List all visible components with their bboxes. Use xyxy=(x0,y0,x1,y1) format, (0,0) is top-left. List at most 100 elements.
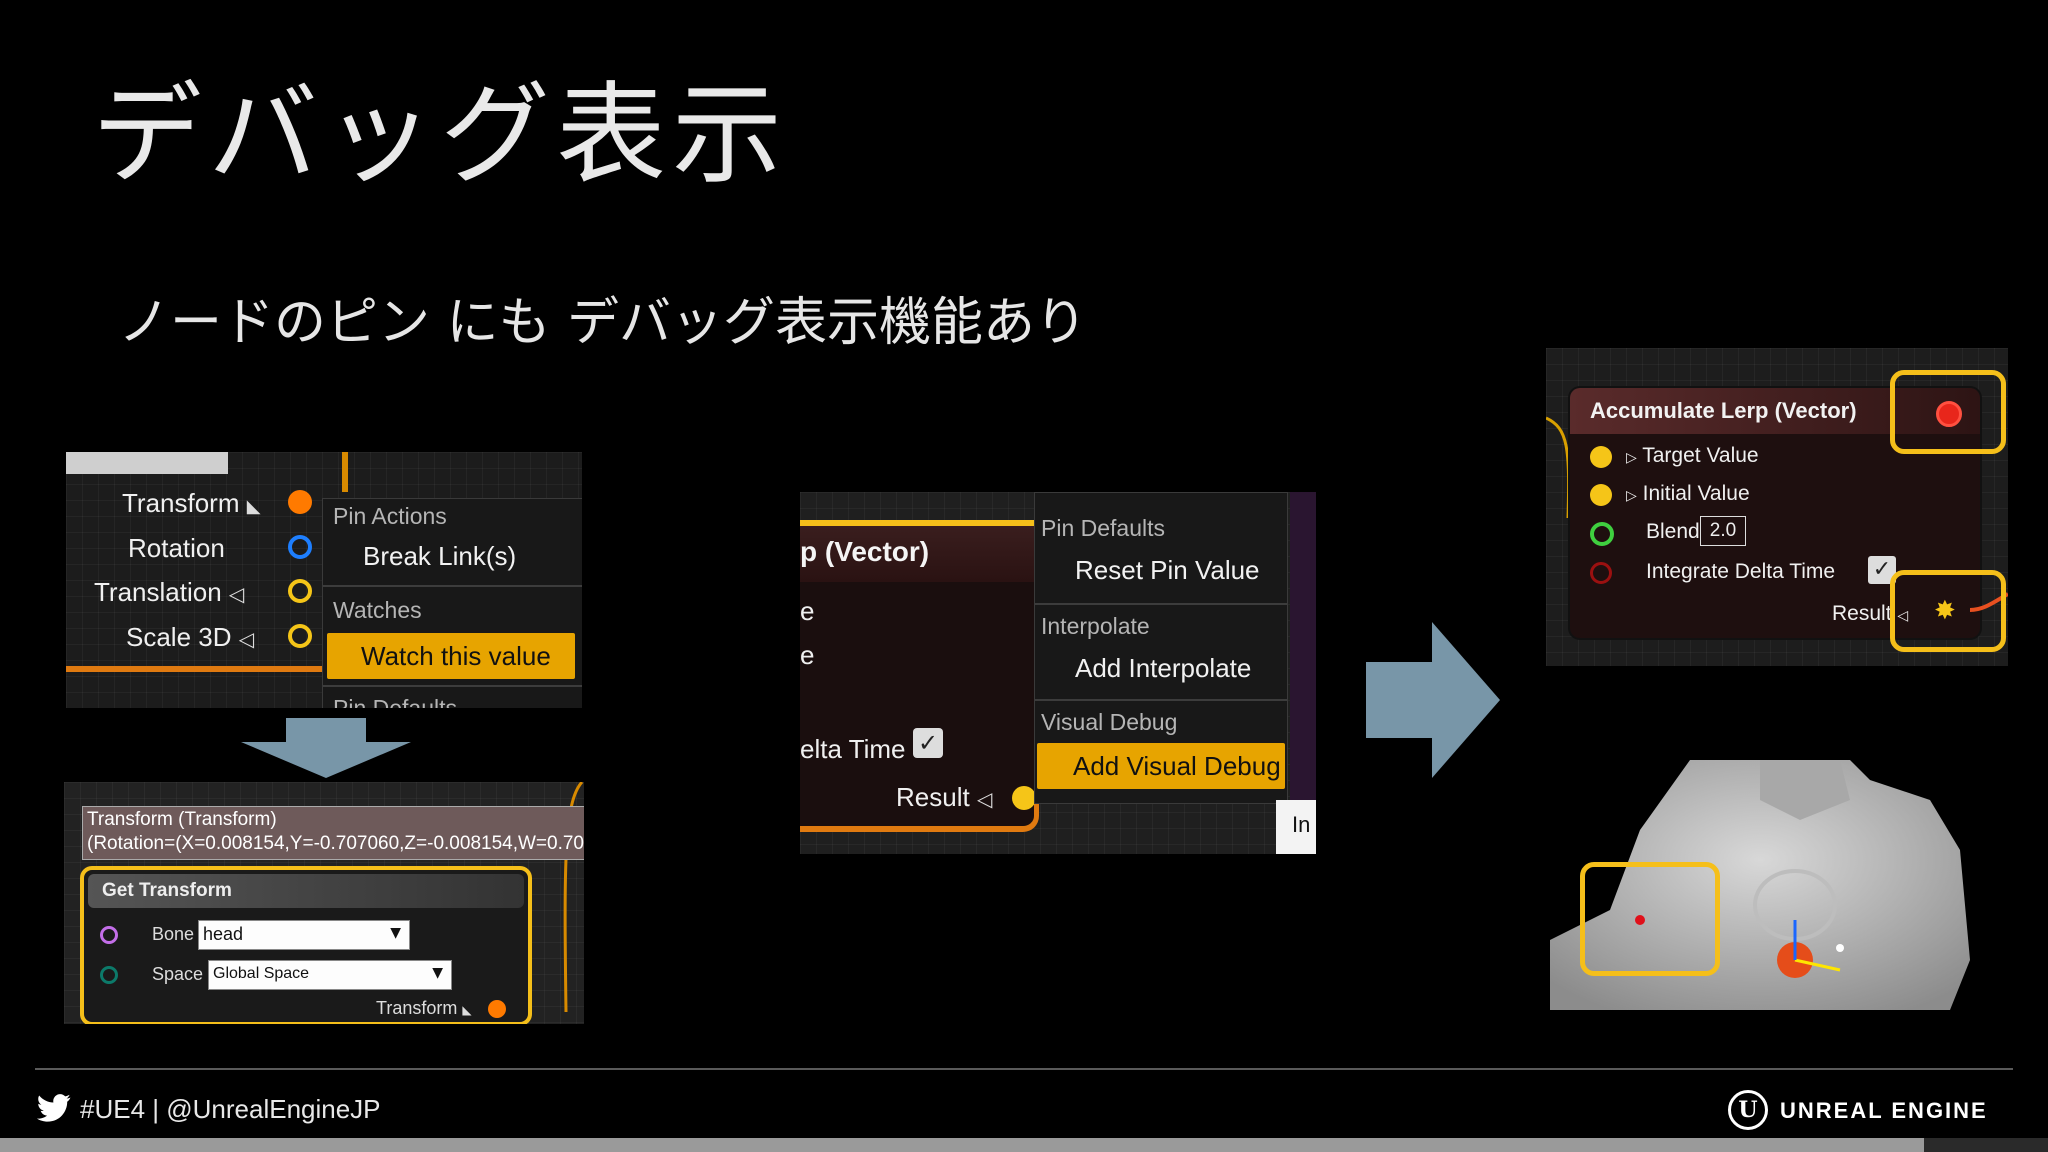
pin-rotation[interactable]: Rotation xyxy=(128,533,225,564)
visual-debug-highlight xyxy=(1890,370,2006,454)
node-title: p (Vector) xyxy=(800,536,930,567)
menu-header-pin-defaults: Pin Defaults xyxy=(1041,515,1166,541)
pin-translation[interactable]: Translation ◁ xyxy=(94,577,244,608)
menu-header-interpolate: Interpolate xyxy=(1041,613,1150,639)
menu-header-pin-actions: Pin Actions xyxy=(333,503,447,529)
blend-value-field[interactable]: 2.0 xyxy=(1700,516,1746,546)
result-pin[interactable]: Result ◁ xyxy=(896,782,992,813)
menu-header-watches: Watches xyxy=(333,597,422,623)
corner-node-fragment: In xyxy=(1276,800,1316,854)
menu-item-label: Add Visual Debug xyxy=(1073,751,1281,781)
expand-arrow-icon: ◁ xyxy=(976,789,993,811)
pin-label-partial: e xyxy=(800,640,815,670)
tooltip-line-1: Transform (Transform) xyxy=(87,809,277,830)
transform-pin-icon[interactable] xyxy=(288,490,312,514)
transform-pin-icon[interactable] xyxy=(488,1000,506,1018)
slide-title: デバッグ表示 xyxy=(92,71,788,199)
panel-accumulate-lerp: Accumulate Lerp (Vector) ▷ Target Value … xyxy=(1546,348,2008,666)
menu-item-watch-this-value[interactable]: Watch this value xyxy=(327,633,575,679)
menu-item-add-visual-debug[interactable]: Add Visual Debug xyxy=(1037,743,1285,789)
space-dropdown[interactable]: Global Space ▼ xyxy=(208,960,452,990)
bone-label: Bone xyxy=(152,924,195,944)
node-bottom-bar xyxy=(66,666,322,672)
struct-arrow-icon: ◣ xyxy=(246,496,261,516)
output-label: Transform ◣ xyxy=(376,998,472,1019)
slide-subtitle: ノードのピン にも デバッグ表示機能あり xyxy=(118,293,1088,353)
chevron-down-icon: ▼ xyxy=(432,965,443,981)
menu-item-break-links[interactable]: Break Link(s) xyxy=(363,541,516,572)
initial-value-pin[interactable]: ▷ Initial Value xyxy=(1626,482,1750,506)
vector-pin-icon[interactable] xyxy=(1590,484,1612,506)
vector-pin-icon[interactable] xyxy=(1012,786,1036,810)
menu-header-pin-defaults: Pin Defaults xyxy=(333,695,458,708)
pin-context-menu: Pin Defaults Reset Pin Value Interpolate… xyxy=(1034,492,1288,804)
watch-tooltip: Transform (Transform) (Rotation=(X=0.008… xyxy=(82,806,584,860)
menu-item-reset-pin-value[interactable]: Reset Pin Value xyxy=(1075,555,1260,586)
bone-dropdown[interactable]: head ▼ xyxy=(198,920,410,950)
footer-social-handle: #UE4 | @UnrealEngineJP xyxy=(80,1094,381,1124)
slide-progress-fill xyxy=(0,1138,1924,1152)
chevron-down-icon: ▼ xyxy=(390,925,401,941)
slide-progress-bar xyxy=(0,1138,2048,1152)
viewport-character-preview xyxy=(1550,760,1980,1010)
menu-separator xyxy=(323,585,582,587)
panel-visual-debug-menu: p (Vector) e e elta Time ✓ Result ◁ Pin … xyxy=(800,492,1316,854)
pin-scale-3d[interactable]: Scale 3D ◁ xyxy=(126,622,254,653)
node-header: Get Transform xyxy=(88,874,524,908)
struct-arrow-icon: ◣ xyxy=(462,1003,472,1017)
bone-value: head xyxy=(203,924,244,944)
bool-pin-icon[interactable] xyxy=(1590,562,1612,584)
unreal-logo-icon: U xyxy=(1728,1090,1768,1130)
pin-transform[interactable]: Transform ◣ xyxy=(122,488,261,519)
menu-item-add-interpolate[interactable]: Add Interpolate xyxy=(1075,653,1251,684)
node-header-fragment xyxy=(66,452,228,474)
target-value-pin[interactable]: ▷ Target Value xyxy=(1626,444,1759,468)
pin-label: Initial Value xyxy=(1642,482,1750,505)
pin-label: Transform xyxy=(122,488,240,518)
right-arrow-icon xyxy=(1366,622,1500,778)
integrate-delta-time-label: Integrate Delta Time xyxy=(1646,560,1836,583)
node-header: p (Vector) xyxy=(800,520,1034,582)
down-arrow-icon xyxy=(241,718,411,778)
node-title: Get Transform xyxy=(102,880,232,901)
expand-arrow-icon: ▷ xyxy=(1626,487,1637,503)
pin-label: Scale 3D xyxy=(126,622,232,652)
blend-label: Blend xyxy=(1646,520,1700,543)
graph-edge-strip xyxy=(1290,492,1316,806)
enum-pin-icon[interactable] xyxy=(100,966,118,984)
lerp-node-partial[interactable]: p (Vector) e e elta Time ✓ Result ◁ xyxy=(800,520,1039,832)
vector-pin-icon[interactable] xyxy=(288,624,312,648)
space-value: Global Space xyxy=(213,965,310,982)
footer-divider xyxy=(35,1068,2013,1070)
pin-label: Translation xyxy=(94,577,222,607)
get-transform-node[interactable]: Get Transform Bone head ▼ Space Global S… xyxy=(80,866,532,1024)
tooltip-line-2: (Rotation=(X=0.008154,Y=-0.707060,Z=-0.0… xyxy=(87,833,584,854)
panel-pin-context-menu: Transform ◣ Rotation Translation ◁ Scale… xyxy=(66,452,582,708)
menu-separator xyxy=(1035,699,1287,701)
float-pin-icon[interactable] xyxy=(1590,522,1614,546)
rotation-pin-icon[interactable] xyxy=(288,535,312,559)
vector-pin-icon[interactable] xyxy=(1590,446,1612,468)
result-highlight xyxy=(1890,570,2006,652)
delta-time-label: elta Time xyxy=(800,734,906,764)
pin-label: Target Value xyxy=(1642,444,1759,467)
vector-pin-icon[interactable] xyxy=(288,579,312,603)
name-pin-icon[interactable] xyxy=(100,926,118,944)
pin-label: Rotation xyxy=(128,533,225,563)
debug-point-highlight xyxy=(1580,862,1720,976)
expand-arrow-icon: ▷ xyxy=(1626,449,1637,465)
output-text: Transform xyxy=(376,998,458,1018)
result-label: Result xyxy=(1832,602,1892,625)
twitter-icon xyxy=(36,1094,71,1122)
menu-separator xyxy=(1035,603,1287,605)
corner-text: In xyxy=(1292,812,1311,837)
footer-brand: UNREAL ENGINE xyxy=(1780,1098,1988,1123)
panel-watch-result: Transform (Transform) (Rotation=(X=0.008… xyxy=(64,782,584,1024)
wire-fragment xyxy=(342,452,348,492)
blend-value: 2.0 xyxy=(1709,520,1737,541)
pin-label-partial: e xyxy=(800,596,815,626)
menu-header-visual-debug: Visual Debug xyxy=(1041,709,1178,735)
expand-arrow-icon: ◁ xyxy=(228,584,245,606)
checkbox-checked[interactable]: ✓ xyxy=(913,728,943,758)
expand-arrow-icon: ◁ xyxy=(238,629,255,651)
